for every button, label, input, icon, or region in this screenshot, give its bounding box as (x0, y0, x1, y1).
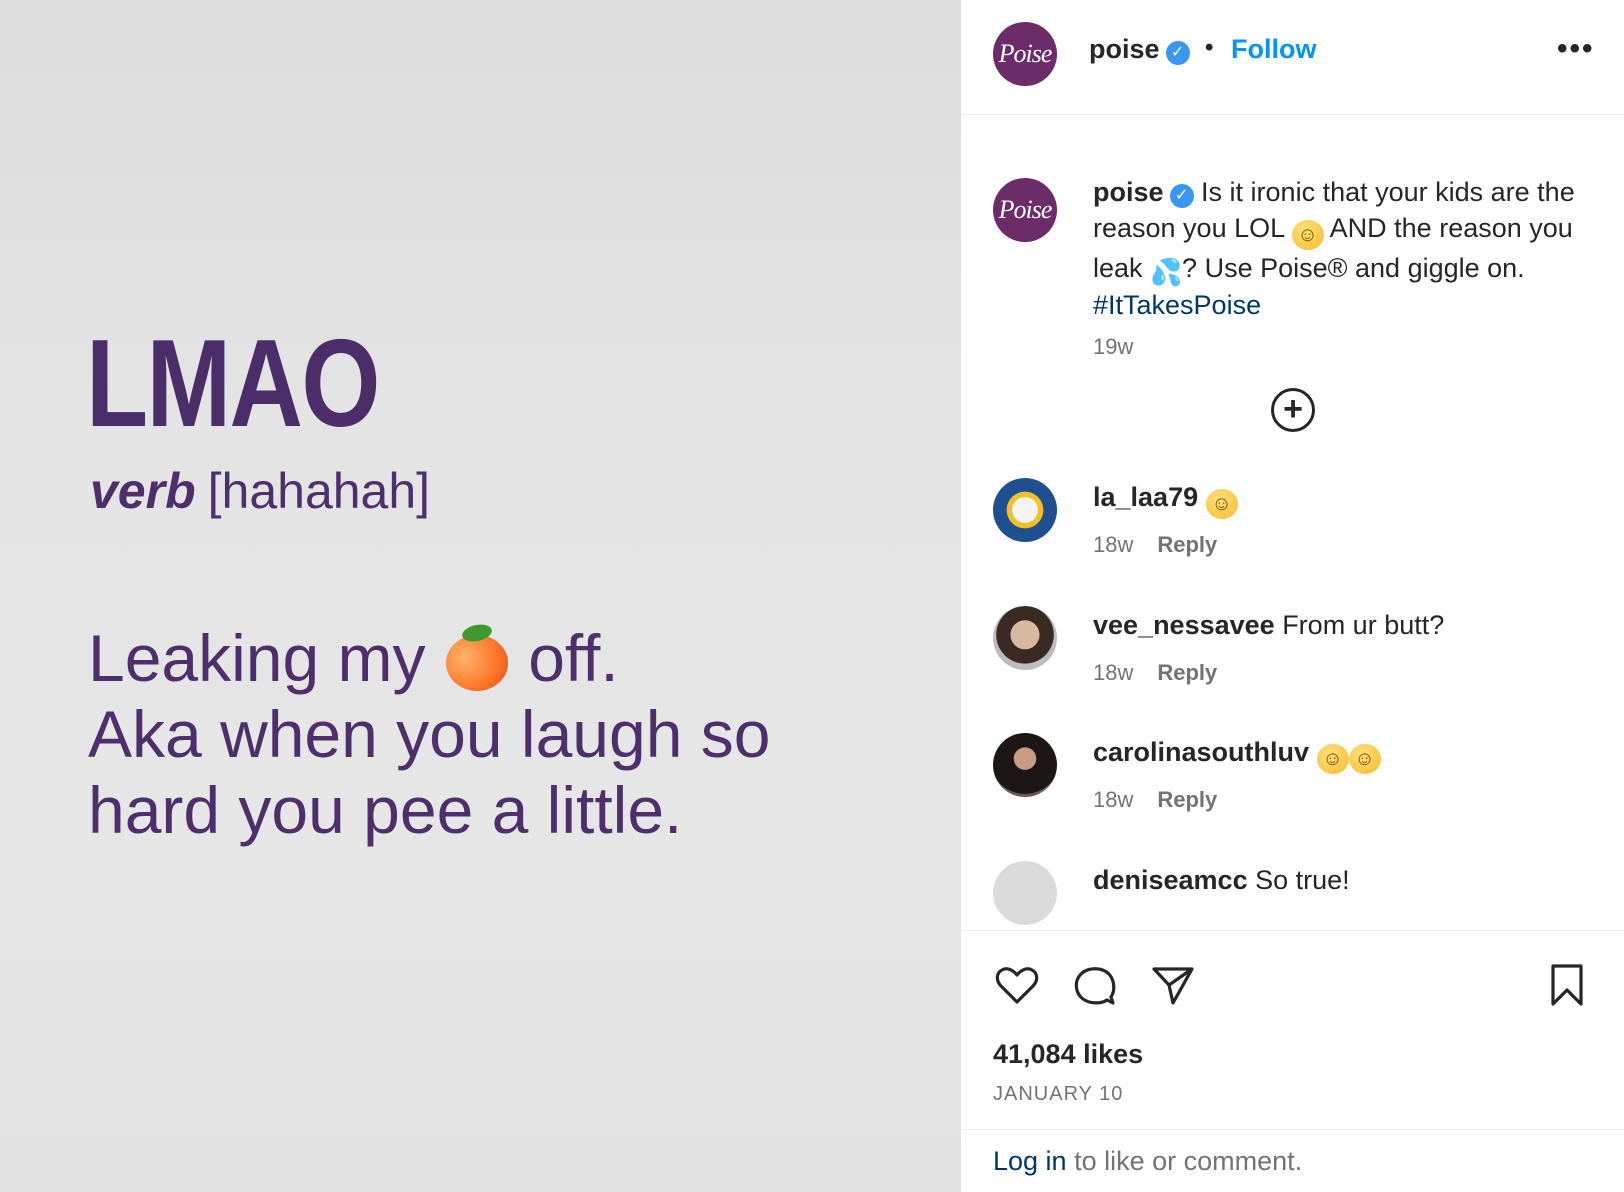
header-username-text[interactable]: poise (1089, 34, 1160, 64)
comment-time: 18w (1093, 787, 1134, 812)
comment-item: la_laa79 ☺ 18w Reply (961, 478, 1624, 598)
post-image: LMAO verb [hahahah] Leaking my off. Aka w… (0, 0, 961, 1192)
likes-count[interactable]: 41,084 likes (993, 1039, 1143, 1070)
more-options-icon[interactable]: ••• (1557, 32, 1595, 66)
comment-username[interactable]: deniseamcc (1093, 865, 1248, 895)
comment-item: vee_nessavee From ur butt? 18w Reply (961, 606, 1624, 726)
post-header: Poise poise ✓ • Follow ••• (961, 0, 1624, 115)
comment-text: From ur butt? (1282, 610, 1445, 640)
caption-text-part-3: ? Use Poise® and giggle on. (1182, 253, 1525, 283)
sweat-drops-emoji-icon: 💦 (1150, 257, 1183, 287)
definition-line-3: hard you pee a little. (88, 773, 683, 847)
like-heart-icon[interactable] (993, 961, 1041, 1009)
comment-avatar[interactable] (993, 478, 1057, 542)
comment-item: carolinasouthluv ☺ ☺ 18w Reply (961, 733, 1624, 853)
image-part-of-speech: verb [hahahah] (90, 462, 430, 520)
comment-avatar[interactable] (993, 733, 1057, 797)
caption-username[interactable]: poise (1093, 177, 1164, 207)
comment-item: deniseamcc So true! (961, 861, 1624, 930)
comment-bubble-icon[interactable] (1071, 961, 1119, 1009)
comment-avatar[interactable] (993, 606, 1057, 670)
comment-meta: 18w Reply (1093, 660, 1217, 686)
login-prompt: Log in to like or comment. (961, 1129, 1624, 1192)
comment-line: deniseamcc So true! (1093, 865, 1350, 896)
comment-line: la_laa79 ☺ (1093, 482, 1238, 519)
image-pos-label: verb (90, 463, 196, 519)
comment-text: So true! (1255, 865, 1350, 895)
comment-username[interactable]: la_laa79 (1093, 482, 1198, 512)
laughing-emoji-icon: ☺ (1316, 744, 1349, 774)
peach-emoji-icon (444, 622, 510, 691)
login-rest-text: to like or comment. (1066, 1146, 1303, 1176)
post-date: JANUARY 10 (993, 1083, 1124, 1105)
reply-button[interactable]: Reply (1157, 532, 1217, 557)
caption-time: 19w (1093, 334, 1134, 359)
comments-feed[interactable]: Poise poise ✓ Is it ironic that your kids… (961, 116, 1624, 930)
definition-line-1b: off. (528, 621, 619, 695)
post-sidebar: Poise poise ✓ • Follow ••• Poise poise ✓ I… (961, 0, 1624, 1192)
image-definition: Leaking my off. Aka when you laugh so ha… (88, 620, 948, 848)
header-username[interactable]: poise ✓ (1089, 34, 1190, 65)
laughing-emoji-icon: ☺ (1205, 489, 1238, 519)
verified-badge-icon: ✓ (1165, 41, 1190, 65)
bookmark-icon[interactable] (1543, 961, 1591, 1009)
comment-time: 18w (1093, 532, 1134, 557)
comment-username[interactable]: carolinasouthluv (1093, 737, 1309, 767)
comment-meta: 18w Reply (1093, 532, 1217, 558)
caption-avatar[interactable]: Poise (993, 178, 1057, 242)
definition-line-2: Aka when you laugh so (88, 697, 771, 771)
login-link[interactable]: Log in (993, 1146, 1067, 1176)
share-send-icon[interactable] (1149, 961, 1197, 1009)
caption-hashtag[interactable]: #ItTakesPoise (1093, 290, 1261, 320)
image-pronunciation: [hahahah] (207, 463, 431, 519)
laughing-emoji-icon: ☺ (1348, 744, 1381, 774)
post-actions: 41,084 likes JANUARY 10 Log in to like o… (961, 930, 1624, 1192)
comment-meta: 18w Reply (1093, 787, 1217, 813)
poise-avatar[interactable]: Poise (993, 22, 1057, 86)
login-prompt-text: Log in to like or comment. (993, 1146, 1302, 1177)
header-separator: • (1205, 34, 1214, 61)
image-headword: LMAO (86, 315, 380, 453)
comment-avatar[interactable] (993, 861, 1057, 925)
reply-button[interactable]: Reply (1157, 660, 1217, 685)
comment-line: vee_nessavee From ur butt? (1093, 610, 1444, 641)
laughing-emoji-icon: ☺ (1291, 220, 1324, 250)
verified-badge-icon: ✓ (1169, 184, 1194, 208)
comment-time: 18w (1093, 660, 1134, 685)
definition-line-1a: Leaking my (88, 621, 426, 695)
caption-text: poise ✓ Is it ironic that your kids are t… (1093, 174, 1593, 323)
follow-button[interactable]: Follow (1231, 34, 1316, 65)
reply-button[interactable]: Reply (1157, 787, 1217, 812)
load-more-comments-button[interactable]: + (1271, 388, 1315, 432)
comment-username[interactable]: vee_nessavee (1093, 610, 1275, 640)
comment-line: carolinasouthluv ☺ ☺ (1093, 737, 1381, 774)
